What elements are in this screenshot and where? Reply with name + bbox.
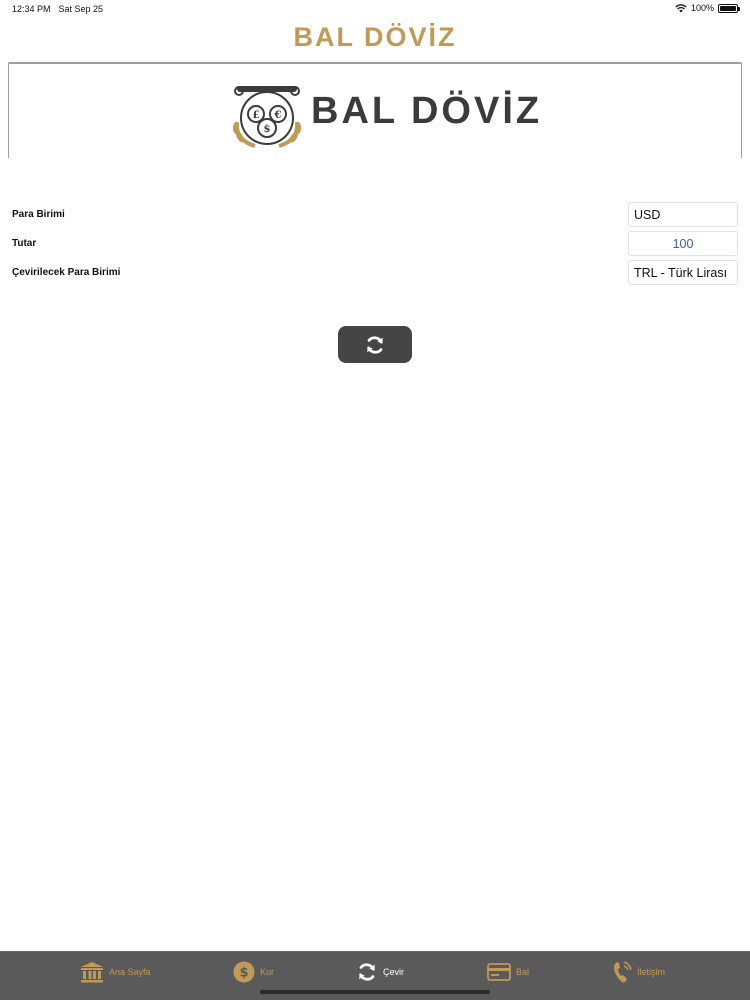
phone-icon xyxy=(614,961,632,983)
tab-convert-label: Çevir xyxy=(383,967,405,977)
status-time: 12:34 PM xyxy=(12,4,51,14)
logo-banner: £ € $ BAL DÖVİZ xyxy=(8,62,742,158)
wifi-icon xyxy=(675,3,687,12)
tab-gold-label: Bal xyxy=(516,967,530,977)
svg-text:£: £ xyxy=(253,110,260,121)
target-currency-label: Çevirilecek Para Birimi xyxy=(12,267,121,278)
tab-convert[interactable]: Çevir xyxy=(356,960,404,984)
amount-input[interactable]: 100 xyxy=(628,231,738,256)
tab-home-label: Ana Sayfa xyxy=(109,967,151,977)
banner-logo-text: BAL DÖVİZ xyxy=(311,90,543,132)
status-date: Sat Sep 25 xyxy=(58,4,104,14)
card-icon xyxy=(487,963,511,981)
money-bags-logo-icon: £ € $ xyxy=(233,86,301,148)
home-indicator xyxy=(260,990,490,994)
tab-rates[interactable]: $ Kur xyxy=(233,960,274,984)
tab-bar: Ana Sayfa $ Kur Çevir Bal İletişim xyxy=(0,951,750,1000)
tab-rates-label: Kur xyxy=(260,967,275,977)
tab-home[interactable]: Ana Sayfa xyxy=(80,960,151,984)
battery-icon xyxy=(718,3,740,13)
currency-select[interactable]: USD xyxy=(628,202,738,227)
dollar-coin-icon: $ xyxy=(233,961,255,983)
nav-title: BAL DÖVİZ xyxy=(293,22,457,52)
tab-gold[interactable]: Bal xyxy=(487,960,529,984)
target-currency-select[interactable]: TRL - Türk Lirası xyxy=(628,260,738,285)
refresh-icon xyxy=(367,335,383,354)
convert-button[interactable] xyxy=(338,326,412,363)
bank-icon xyxy=(81,962,103,983)
svg-text:$: $ xyxy=(264,124,271,135)
status-bar: 12:34 PM Sat Sep 25 100% xyxy=(0,0,750,18)
battery-percent: 100% xyxy=(690,3,714,13)
currency-label: Para Birimi xyxy=(12,209,65,220)
svg-text:€: € xyxy=(274,110,282,121)
tab-contact[interactable]: İletişim xyxy=(612,960,665,984)
amount-label: Tutar xyxy=(12,238,37,249)
svg-text:$: $ xyxy=(239,966,248,981)
tab-contact-label: İletişim xyxy=(637,967,666,977)
refresh-icon xyxy=(359,963,375,981)
